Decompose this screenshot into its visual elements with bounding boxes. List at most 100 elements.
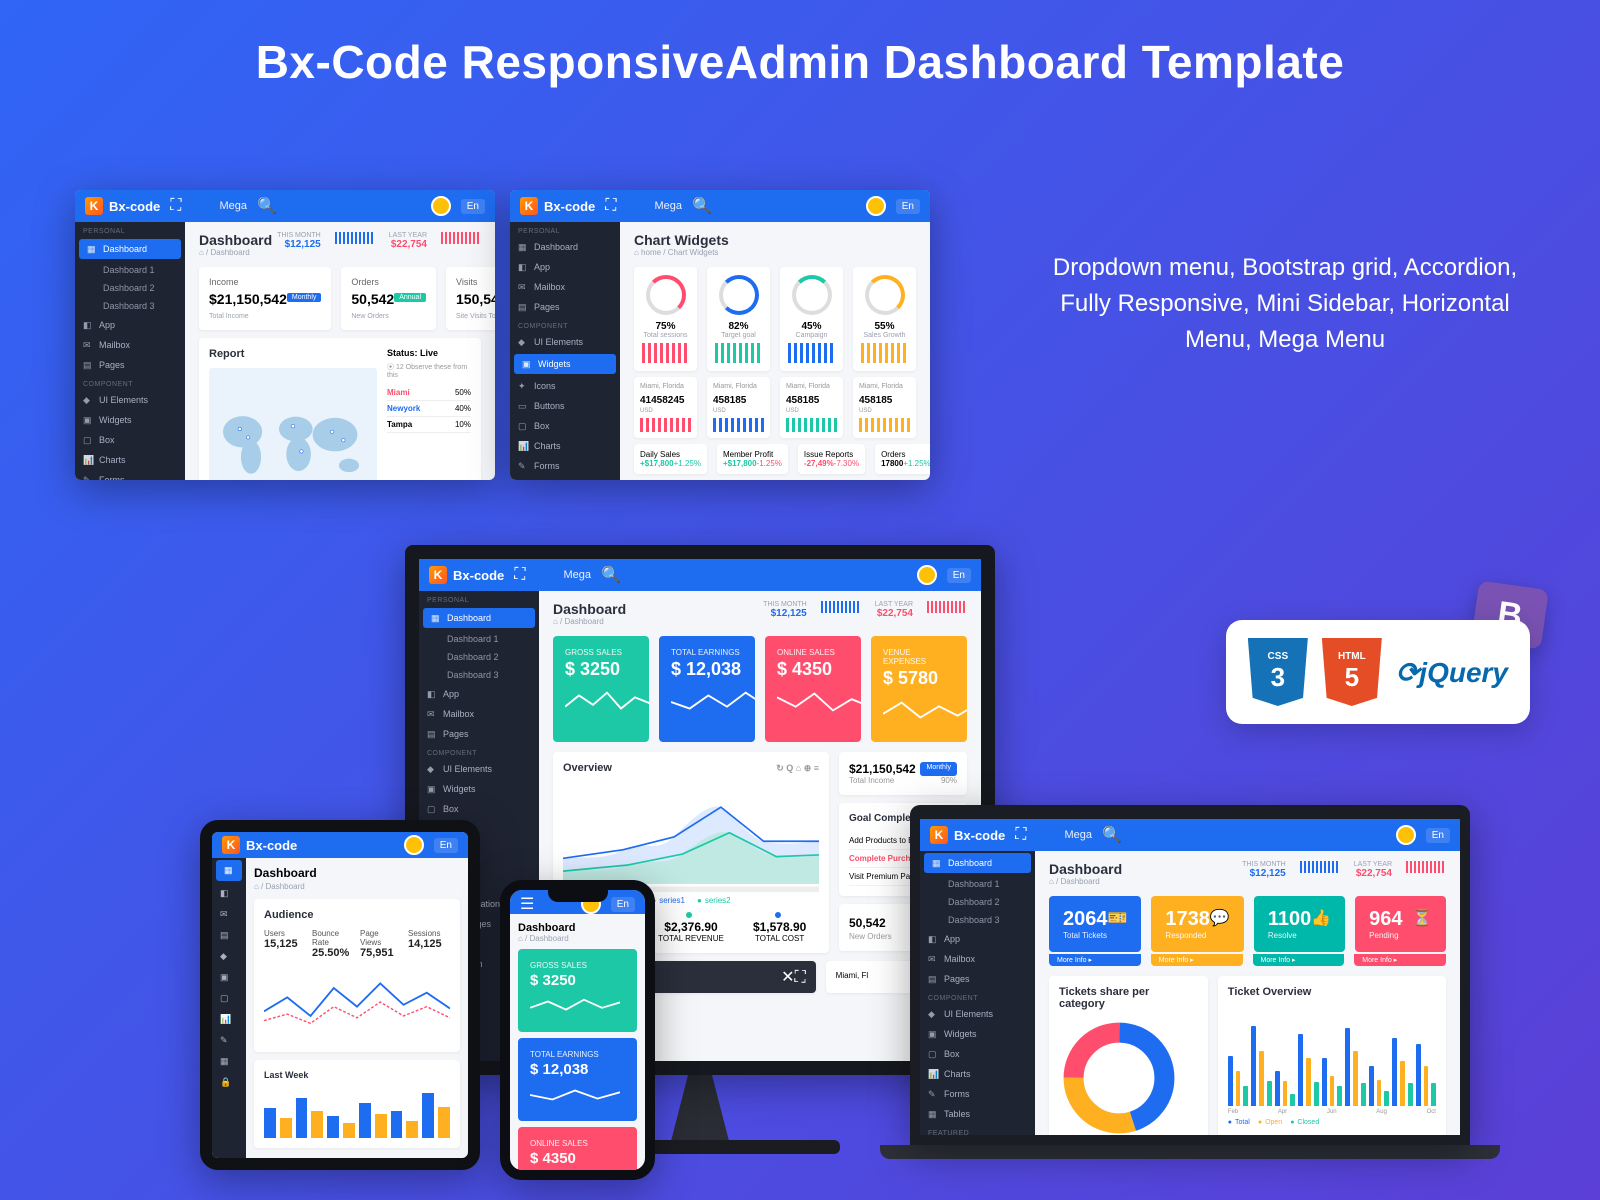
stat-total-earnings: TOTAL EARNINGS$ 12,038	[518, 1038, 637, 1121]
avatar[interactable]	[1396, 825, 1416, 845]
sidebar-item-mailbox[interactable]: ✉Mailbox	[75, 335, 185, 355]
brand[interactable]: KBx-code	[85, 197, 160, 215]
metric-card: Daily Sales+$17,800+1.25%	[634, 444, 707, 474]
language-selector[interactable]: En	[461, 199, 485, 214]
preview-window-widgets: KBx-code ⛶ Mega 🔍 En PERSONAL ▦Dashboard…	[510, 190, 930, 480]
expand-icon[interactable]: ⛶	[605, 197, 616, 215]
page-title: Dashboard	[254, 866, 460, 880]
sidebar-item-forms[interactable]: ✎Forms	[510, 456, 620, 476]
sidebar-item-box[interactable]: ▢Box	[75, 430, 185, 450]
avatar[interactable]	[917, 565, 937, 585]
mega-menu[interactable]: Mega	[220, 200, 248, 212]
search-icon[interactable]: 🔍	[1102, 825, 1122, 845]
sidebar-item-dashboard[interactable]: ▦Dashboard	[924, 853, 1031, 873]
sidebar: PERSONAL ▦Dashboard Dashboard 1 Dashboar…	[75, 222, 185, 480]
metric-card: Issue Reports-27,49%-7.30%	[798, 444, 865, 474]
search-icon[interactable]: 🔍	[257, 196, 277, 216]
overview-title: Overview	[563, 762, 612, 774]
ticket-responded[interactable]: 1738Responded💬	[1151, 896, 1243, 952]
feature-list: Dropdown menu, Bootstrap grid, Accordion…	[1050, 250, 1520, 358]
sidebar-item-widgets[interactable]: ▣Widgets	[514, 354, 616, 374]
sidebar-item-app[interactable]: ◧App	[510, 257, 620, 277]
search-icon[interactable]: 🔍	[692, 196, 712, 216]
brand[interactable]: KBx-code	[429, 566, 504, 584]
ticket-resolve[interactable]: 1100Resolve👍	[1254, 896, 1345, 952]
sidebar-item-dashboard[interactable]: ▦Dashboard	[423, 608, 535, 628]
audience-chart	[264, 967, 450, 1037]
page-title: Dashboard	[199, 232, 272, 248]
tickets-share-card: Tickets share per category TechnicalAcco…	[1049, 976, 1208, 1135]
sidebar-item-app[interactable]: ◧App	[419, 684, 539, 704]
sidebar-item-dashboard[interactable]: ▦Dashboard	[510, 237, 620, 257]
expand-icon[interactable]: ⛶	[514, 566, 525, 584]
chart-tools[interactable]: ↻ Q ⌂ ⊕ ≡	[776, 763, 819, 774]
brand[interactable]: KBx-code	[930, 826, 1005, 844]
overview-chart[interactable]	[563, 782, 819, 892]
breadcrumb: ⌂ / Dashboard	[199, 248, 272, 257]
sidebar-item-dashboard2[interactable]: Dashboard 2	[75, 279, 185, 297]
brand[interactable]: KBx-code	[520, 197, 595, 215]
sidebar-item-buttons[interactable]: ▭Buttons	[510, 396, 620, 416]
sidebar-item-charts[interactable]: 📊Charts	[510, 436, 620, 456]
expand-icon[interactable]: ⛶	[170, 197, 181, 215]
close-icon[interactable]: ✕⛶	[781, 967, 806, 987]
tech-badges: CSS HTML ⟳jQuery	[1226, 620, 1530, 724]
sidebar-item-charts[interactable]: 📊Charts	[75, 450, 185, 470]
sidebar-item-box[interactable]: ▢Box	[510, 416, 620, 436]
sidebar-item-pages[interactable]: ▤Pages	[419, 724, 539, 744]
thumbs-up-icon: 👍	[1311, 908, 1331, 928]
world-map[interactable]	[209, 368, 377, 480]
stat-online-sales: ONLINE SALES$ 4350	[765, 636, 861, 742]
sidebar-item-forms[interactable]: ✎Forms	[75, 470, 185, 480]
metric-card: Orders17800+1.25%	[875, 444, 930, 474]
sidebar-item-ui[interactable]: ◆UI Elements	[510, 332, 620, 352]
search-icon[interactable]: 🔍	[601, 565, 621, 585]
monitor-dashboard: KBx-code ⛶ Mega 🔍 En PERSONAL ▦Dashboard…	[405, 545, 995, 1075]
status-title: Status: Live	[387, 348, 471, 358]
sidebar-item-mailbox[interactable]: ✉Mailbox	[419, 704, 539, 724]
sidebar-item-icons[interactable]: ✦Icons	[510, 376, 620, 396]
donut-chart	[1059, 1018, 1179, 1135]
sidebar-item-dashboard[interactable]: ▦Dashboard	[79, 239, 181, 259]
sidebar: ▦Dashboard Dashboard 1 Dashboard 2 Dashb…	[920, 851, 1035, 1135]
ring-widget: 75%Total sessions	[634, 267, 697, 371]
sidebar-item-pages[interactable]: ▤Pages	[510, 297, 620, 317]
sidebar-item-dashboard1[interactable]: Dashboard 1	[75, 261, 185, 279]
avatar[interactable]	[431, 196, 451, 216]
sparkline-icon	[335, 232, 375, 244]
kpi-visits: Visits150,542.2TodaySite Visits Today	[446, 267, 495, 330]
sidebar-item-box[interactable]: ▢Box	[419, 799, 539, 819]
ticket-icon: 🎫	[1108, 908, 1128, 928]
sidebar-item-dashboard3[interactable]: Dashboard 3	[75, 297, 185, 315]
sidebar-item-mailbox[interactable]: ✉Mailbox	[510, 277, 620, 297]
avatar[interactable]	[404, 835, 424, 855]
city-stat: Miami, Florida458185USD	[780, 377, 843, 438]
sparkline-icon	[441, 232, 481, 244]
stat-venue-expenses: VENUE EXPENSES$ 5780	[871, 636, 967, 742]
expand-icon[interactable]: ⛶	[1015, 826, 1026, 844]
sidebar-item-widgets[interactable]: ▣Widgets	[419, 779, 539, 799]
city-stat: Miami, Florida458185USD	[853, 377, 916, 438]
sidebar-item-pages[interactable]: ▤Pages	[75, 355, 185, 375]
city-stat: Miami, Florida458185USD	[707, 377, 770, 438]
kpi-income: Income$21,150,542MonthlyTotal Income	[199, 267, 331, 330]
sidebar-item-app[interactable]: ◧App	[75, 315, 185, 335]
report-title: Report	[209, 348, 244, 360]
ticket-pending[interactable]: 964Pending⏳	[1355, 896, 1446, 952]
stat-online-sales: ONLINE SALES$ 4350	[518, 1127, 637, 1170]
page-title: Dashboard	[553, 601, 626, 617]
sidebar-item-widgets[interactable]: ▣Widgets	[75, 410, 185, 430]
lastweek-bars	[264, 1088, 450, 1138]
phone-dashboard: ☰En Dashboard ⌂ / Dashboard GROSS SALES$…	[500, 880, 655, 1180]
menu-icon[interactable]: ☰	[520, 894, 534, 914]
sidebar-item-ui[interactable]: ◆UI Elements	[75, 390, 185, 410]
sidebar-item-tables[interactable]: ▦Tables	[510, 476, 620, 480]
audience-stats: Users15,125 Bounce Rate25.50% Page Views…	[264, 929, 450, 959]
stat-total-earnings: TOTAL EARNINGS$ 12,038	[659, 636, 755, 742]
sidebar-item-dashboard[interactable]: ▦	[216, 860, 242, 881]
more-info-link[interactable]: More Info ▸	[1049, 954, 1141, 966]
phone-notch	[548, 890, 608, 902]
avatar[interactable]	[866, 196, 886, 216]
ticket-total[interactable]: 2064Total Tickets🎫	[1049, 896, 1141, 952]
sidebar-item-ui[interactable]: ◆UI Elements	[419, 759, 539, 779]
